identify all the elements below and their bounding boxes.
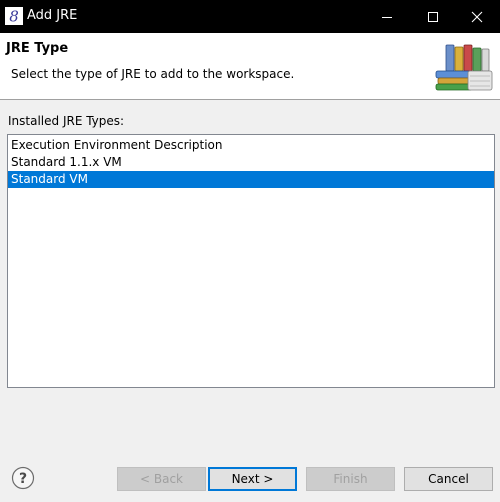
back-button[interactable]: < Back	[117, 467, 206, 491]
title-bar[interactable]: 8 Add JRE	[0, 0, 500, 33]
list-item-standard-vm[interactable]: Standard VM	[8, 171, 494, 188]
wizard-header: JRE Type Select the type of JRE to add t…	[0, 33, 500, 100]
close-button[interactable]	[454, 0, 500, 33]
list-item-standard-11x-vm[interactable]: Standard 1.1.x VM	[8, 154, 494, 171]
minimize-button[interactable]	[364, 0, 410, 33]
eclipse-icon: 8	[5, 7, 23, 26]
add-jre-dialog: 8 Add JRE JRE Type Select the type of JR…	[0, 0, 500, 502]
page-description: Select the type of JRE to add to the wor…	[11, 67, 295, 81]
finish-button[interactable]: Finish	[306, 467, 395, 491]
jre-types-list[interactable]: Execution Environment Description Standa…	[7, 134, 495, 388]
installed-jre-types-label: Installed JRE Types:	[8, 114, 125, 128]
books-icon	[432, 43, 496, 91]
svg-text:?: ?	[19, 471, 27, 487]
next-button[interactable]: Next >	[208, 467, 297, 491]
cancel-button[interactable]: Cancel	[404, 467, 493, 491]
list-item-execution-environment[interactable]: Execution Environment Description	[8, 137, 494, 154]
maximize-button[interactable]	[410, 0, 456, 33]
page-title: JRE Type	[6, 41, 69, 56]
window-title: Add JRE	[27, 8, 78, 23]
svg-text:8: 8	[9, 8, 19, 26]
close-icon	[471, 11, 483, 22]
help-icon[interactable]: ?	[11, 466, 35, 490]
